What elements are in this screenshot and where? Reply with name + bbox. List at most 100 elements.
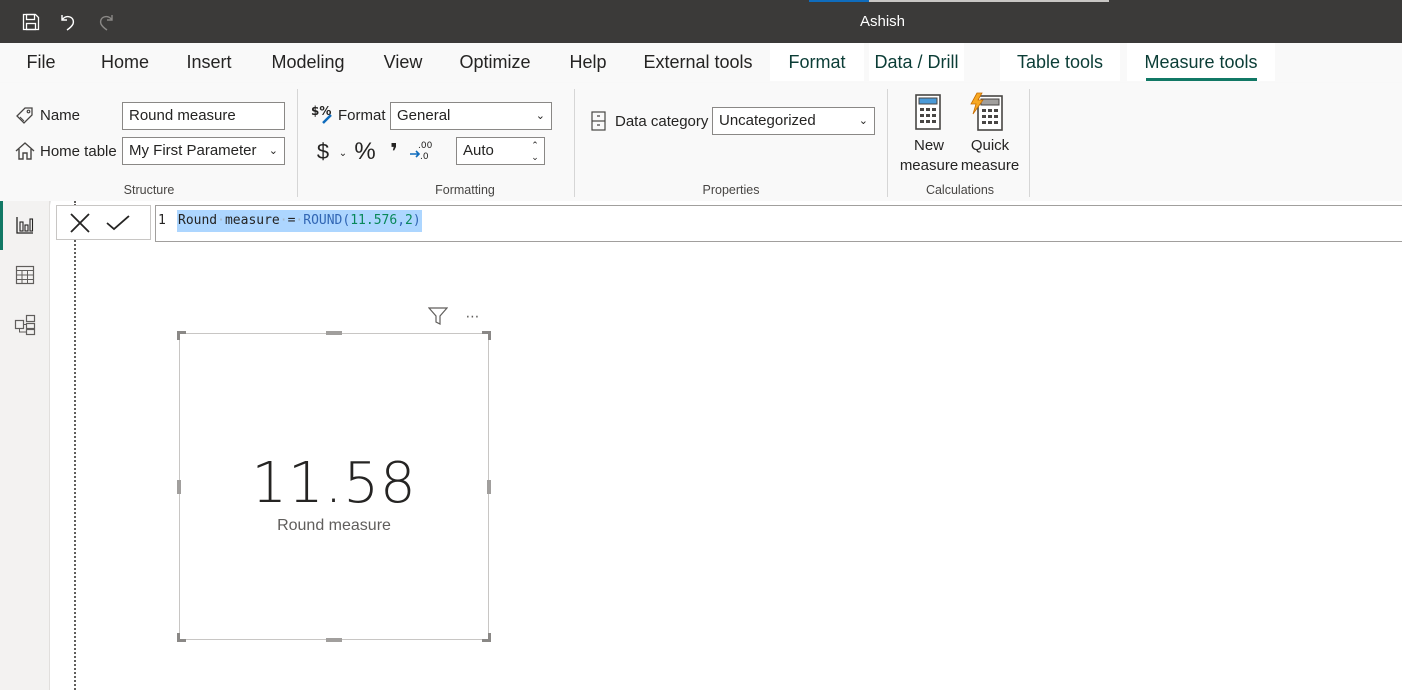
data-category-icon <box>590 110 608 132</box>
new-measure-button[interactable] <box>910 92 946 132</box>
svg-text:$%: $% <box>311 104 331 118</box>
ribbon-tabs: File Home Insert Modeling View Optimize … <box>0 43 1402 83</box>
tab-measure-tools[interactable]: Measure tools <box>1127 43 1275 81</box>
name-input[interactable]: Round measure <box>122 102 285 130</box>
svg-text:.0: .0 <box>420 152 429 162</box>
cancel-formula-button[interactable] <box>67 211 93 235</box>
token-number: 2 <box>405 213 413 228</box>
save-button[interactable] <box>19 10 43 34</box>
tab-table-tools[interactable]: Table tools <box>1000 43 1120 81</box>
home-table-value: My First Parameter <box>129 142 257 159</box>
resize-handle-top[interactable] <box>326 331 342 335</box>
close-icon <box>70 213 90 233</box>
resize-handle-bottom-right[interactable] <box>482 633 491 642</box>
formula-actions <box>56 205 151 240</box>
undo-button[interactable] <box>56 10 80 34</box>
bar-chart-icon <box>16 217 34 234</box>
window-title: Ashish <box>860 13 906 30</box>
token-function: ROUND <box>303 213 343 228</box>
tab-optimize[interactable]: Optimize <box>452 43 538 81</box>
title-bar: Ashish <box>0 0 1402 43</box>
visual-filter-button[interactable] <box>427 305 449 327</box>
home-icon <box>14 140 36 162</box>
tab-view[interactable]: View <box>376 43 430 81</box>
decimal-places-input[interactable]: Auto ⌃ ⌄ <box>456 137 545 165</box>
token-comma: , <box>397 213 406 228</box>
resize-handle-bottom[interactable] <box>326 638 342 642</box>
resize-handle-top-right[interactable] <box>482 331 491 340</box>
line-number: 1 <box>158 213 166 228</box>
resize-handle-right[interactable] <box>487 480 491 494</box>
active-view-indicator <box>0 201 3 250</box>
quick-measure-label[interactable]: Quick measure <box>958 136 1022 176</box>
format-select[interactable]: General ⌄ <box>390 102 552 130</box>
new-measure-label[interactable]: New measure <box>898 136 960 176</box>
group-divider <box>887 89 888 197</box>
svg-text:.00: .00 <box>418 141 433 151</box>
percent-button[interactable]: % <box>353 138 377 166</box>
currency-dropdown[interactable]: ⌄ <box>337 145 349 161</box>
data-category-label: Data category <box>615 113 709 130</box>
currency-button[interactable]: $ <box>313 138 333 166</box>
chevron-down-icon: ⌄ <box>268 145 278 157</box>
comma-style-button[interactable]: ❜ <box>386 138 402 166</box>
formula-code[interactable]: Round·measure·=·ROUND(11.576,2) <box>177 210 422 232</box>
calculator-icon <box>915 94 941 130</box>
tab-data-drill[interactable]: Data / Drill <box>869 43 964 81</box>
format-icon: $% <box>311 103 335 127</box>
commit-formula-button[interactable] <box>105 211 131 235</box>
chevron-down-icon: ⌄ <box>338 147 348 159</box>
resize-handle-bottom-left[interactable] <box>177 633 186 642</box>
new-measure-line1: New <box>913 137 944 154</box>
whitespace-marker: · <box>217 213 225 228</box>
table-icon <box>15 265 35 285</box>
token-paren: ) <box>412 213 421 228</box>
quick-measure-line1: Quick <box>970 137 1010 154</box>
search-box-edge[interactable] <box>809 0 1109 2</box>
spin-buttons[interactable]: ⌃ ⌄ <box>530 139 540 163</box>
decimal-places-value: Auto <box>463 142 494 159</box>
view-switcher <box>0 201 50 690</box>
card-caption: Round measure <box>277 517 391 534</box>
table-view-button[interactable] <box>10 260 40 290</box>
tab-home[interactable]: Home <box>92 43 158 81</box>
tab-modeling[interactable]: Modeling <box>262 43 354 81</box>
save-icon <box>22 13 40 31</box>
more-options-button[interactable]: ⋯ <box>461 305 485 327</box>
checkmark-icon <box>106 215 130 231</box>
tab-insert[interactable]: Insert <box>178 43 240 81</box>
new-measure-line2: measure <box>899 157 959 174</box>
tag-icon <box>15 106 35 126</box>
more-options-icon: ⋯ <box>465 307 481 324</box>
quick-measure-button[interactable] <box>968 91 1006 133</box>
home-table-label: Home table <box>40 143 117 160</box>
chevron-down-icon: ⌄ <box>535 110 545 122</box>
resize-handle-top-left[interactable] <box>177 331 186 340</box>
redo-icon <box>99 15 113 31</box>
report-view-button[interactable] <box>10 210 40 240</box>
home-table-select[interactable]: My First Parameter ⌄ <box>122 137 285 165</box>
group-label-structure: Structure <box>123 183 175 197</box>
group-divider <box>574 89 575 197</box>
resize-handle-left[interactable] <box>177 480 181 494</box>
decimal-places-button[interactable]: .00 .0 <box>409 139 433 163</box>
tab-format[interactable]: Format <box>770 43 864 81</box>
tab-help[interactable]: Help <box>560 43 616 81</box>
ribbon: Name Round measure Home table My First P… <box>0 83 1402 201</box>
group-label-calculations: Calculations <box>925 183 995 197</box>
quick-measure-line2: measure <box>960 157 1020 174</box>
model-view-button[interactable] <box>10 310 40 340</box>
chevron-down-icon: ⌄ <box>858 115 868 127</box>
format-value: General <box>397 107 451 124</box>
undo-icon <box>61 15 75 31</box>
whitespace-marker: · <box>279 213 288 228</box>
dax-formula-editor[interactable]: 1 Round·measure·=·ROUND(11.576,2) <box>155 205 1402 242</box>
comma-icon: ❜ <box>390 139 398 164</box>
card-visual[interactable]: 11.58 Round measure <box>177 331 491 642</box>
data-category-select[interactable]: Uncategorized ⌄ <box>712 107 875 135</box>
tab-external-tools[interactable]: External tools <box>638 43 758 81</box>
redo-button[interactable] <box>94 10 118 34</box>
tab-file[interactable]: File <box>20 43 62 81</box>
active-tab-indicator <box>1146 78 1257 81</box>
token-measure-name: measure <box>224 213 280 228</box>
